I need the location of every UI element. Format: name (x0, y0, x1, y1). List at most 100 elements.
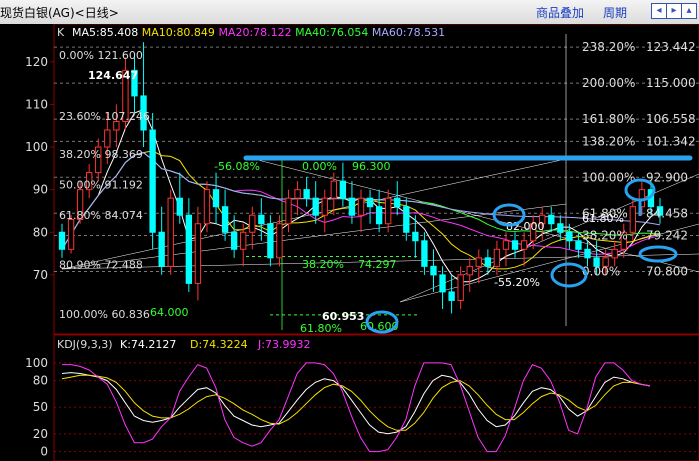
high-price-label: 124.647 (88, 69, 138, 82)
overlay-menu-button[interactable]: 商品叠加 (536, 4, 584, 21)
fib-mid-label: 0.00% (302, 160, 337, 173)
fib-right-pct: 38.20% (582, 228, 628, 242)
candle-body (448, 291, 455, 301)
y-tick-label: 100 (25, 140, 48, 154)
candle-body (430, 265, 437, 276)
fib-mid-label: 82.000 (506, 220, 545, 233)
candle-body (548, 214, 555, 225)
next-icon[interactable]: ▸ (666, 3, 682, 19)
candle-body (475, 257, 482, 267)
candle-body (58, 231, 66, 250)
ma-legend: MA5:85.408 MA10:80.849 MA20:78.122 MA40:… (72, 26, 445, 39)
kdj-tick-label: 80 (33, 374, 48, 388)
ma-legend-item: MA60:78.531 (372, 26, 445, 39)
kdj-tick-label: 50 (33, 400, 48, 414)
fib-left-label: 0.00% 121.600 (59, 49, 143, 62)
candle-body (167, 197, 174, 267)
kdj-j-value: J:73.9932 (257, 338, 310, 351)
candle-body (366, 197, 374, 208)
kdj-tick-label: 0 (40, 445, 48, 459)
fib-right-value: 123.442 (646, 40, 696, 54)
candle-body (484, 257, 492, 267)
ma-legend-item: MA40:76.054 (295, 26, 372, 39)
kdj-k-value: K:74.2127 (120, 338, 176, 351)
candle-body (285, 197, 292, 225)
candle-body (511, 240, 519, 250)
candle-body (276, 223, 283, 259)
candle-body (566, 231, 573, 242)
candle-body (312, 197, 319, 216)
candle-body (575, 240, 582, 250)
candle-body (375, 206, 383, 225)
y-tick-label: 120 (25, 55, 48, 69)
y-tick-label: 90 (33, 183, 48, 197)
price-chart[interactable]: 120 110 100 90 80 70 100 80 50 20 0 K MA5:85.408 M… (0, 24, 699, 461)
fib-right-value: 106.558 (646, 112, 696, 126)
fib-right-value: 70.800 (646, 264, 688, 278)
fib-mid-label: 96.300 (352, 160, 391, 173)
fib-mid-label: -55.20% (494, 276, 540, 289)
candle-body (321, 197, 328, 216)
fib-left-label: 61.80% 84.074 (59, 209, 143, 222)
candle-body (194, 223, 202, 284)
kdj-panel-label: KDJ(9,3,3) (57, 338, 113, 351)
candle-body (212, 189, 220, 208)
candle-body (339, 180, 347, 199)
candle-body (439, 274, 446, 293)
fib-right-value: 92.900 (646, 170, 688, 184)
fib-right-pct: 200.00% (582, 76, 635, 90)
candle-body (357, 197, 365, 216)
candle-body (258, 214, 265, 225)
y-tick-label: 110 (25, 97, 48, 111)
candle-body (158, 231, 165, 267)
candle-body (403, 206, 410, 233)
fib-right-value: 84.458 (646, 206, 688, 220)
fib-right-pct: 238.20% (582, 40, 635, 54)
candle-body (421, 240, 428, 267)
fib-mid-label: -56.08% (214, 160, 260, 173)
candle-body (230, 231, 238, 250)
candle-body (240, 231, 247, 250)
candle-body (149, 129, 156, 233)
fib-left-label: 38.20% 98.369 (59, 148, 143, 161)
fib-mid-label: 64.000 (150, 306, 189, 319)
kdj-d-value: D:74.3224 (190, 338, 248, 351)
fib-right-pct: 0.00% (582, 264, 620, 278)
instrument-title: 现货白银(AG)<日线> (0, 6, 119, 20)
candle-body (457, 274, 464, 301)
candle-body (493, 248, 501, 267)
candle-body (348, 197, 356, 216)
candle-body (394, 197, 401, 208)
candle-body (67, 218, 75, 250)
y-tick-label: 80 (33, 225, 48, 239)
candle-body (520, 240, 528, 250)
fib-right-pct: 161.80% (582, 112, 635, 126)
expand-icon[interactable]: ▴ (681, 3, 697, 19)
fib-left-label: 100.00% 60.836 (59, 308, 150, 321)
kdj-tick-label: 100 (25, 356, 48, 370)
prev-icon[interactable]: ◂ (651, 3, 667, 19)
candle-body (502, 240, 510, 250)
candle-body (584, 248, 591, 259)
candle-body (629, 206, 636, 233)
candle-body (557, 223, 564, 233)
candle-body (249, 214, 256, 233)
price-panel-label: K (57, 26, 65, 39)
ma-legend-item: MA5:85.408 (72, 26, 142, 39)
fib-left-label: 50.00% 91.192 (59, 179, 143, 192)
candle-body (221, 206, 229, 233)
fib-right-pct: 138.20% (582, 134, 635, 148)
fib-mid-label: 38.20% (302, 258, 344, 271)
y-tick-label: 70 (33, 268, 48, 282)
fib-right-pct: 100.00% (582, 170, 635, 184)
candle-body (104, 129, 111, 148)
kdj-tick-label: 20 (33, 427, 48, 441)
fib-right-value: 79.242 (646, 228, 688, 242)
period-menu-button[interactable]: 周期 (603, 4, 627, 21)
candle-body (267, 223, 274, 259)
fib-right-value: 115.000 (646, 76, 696, 90)
candle-body (330, 180, 337, 199)
fib-left-label: 23.60% 107.246 (59, 110, 150, 123)
candle-body (176, 197, 183, 216)
candle-body (611, 248, 618, 259)
